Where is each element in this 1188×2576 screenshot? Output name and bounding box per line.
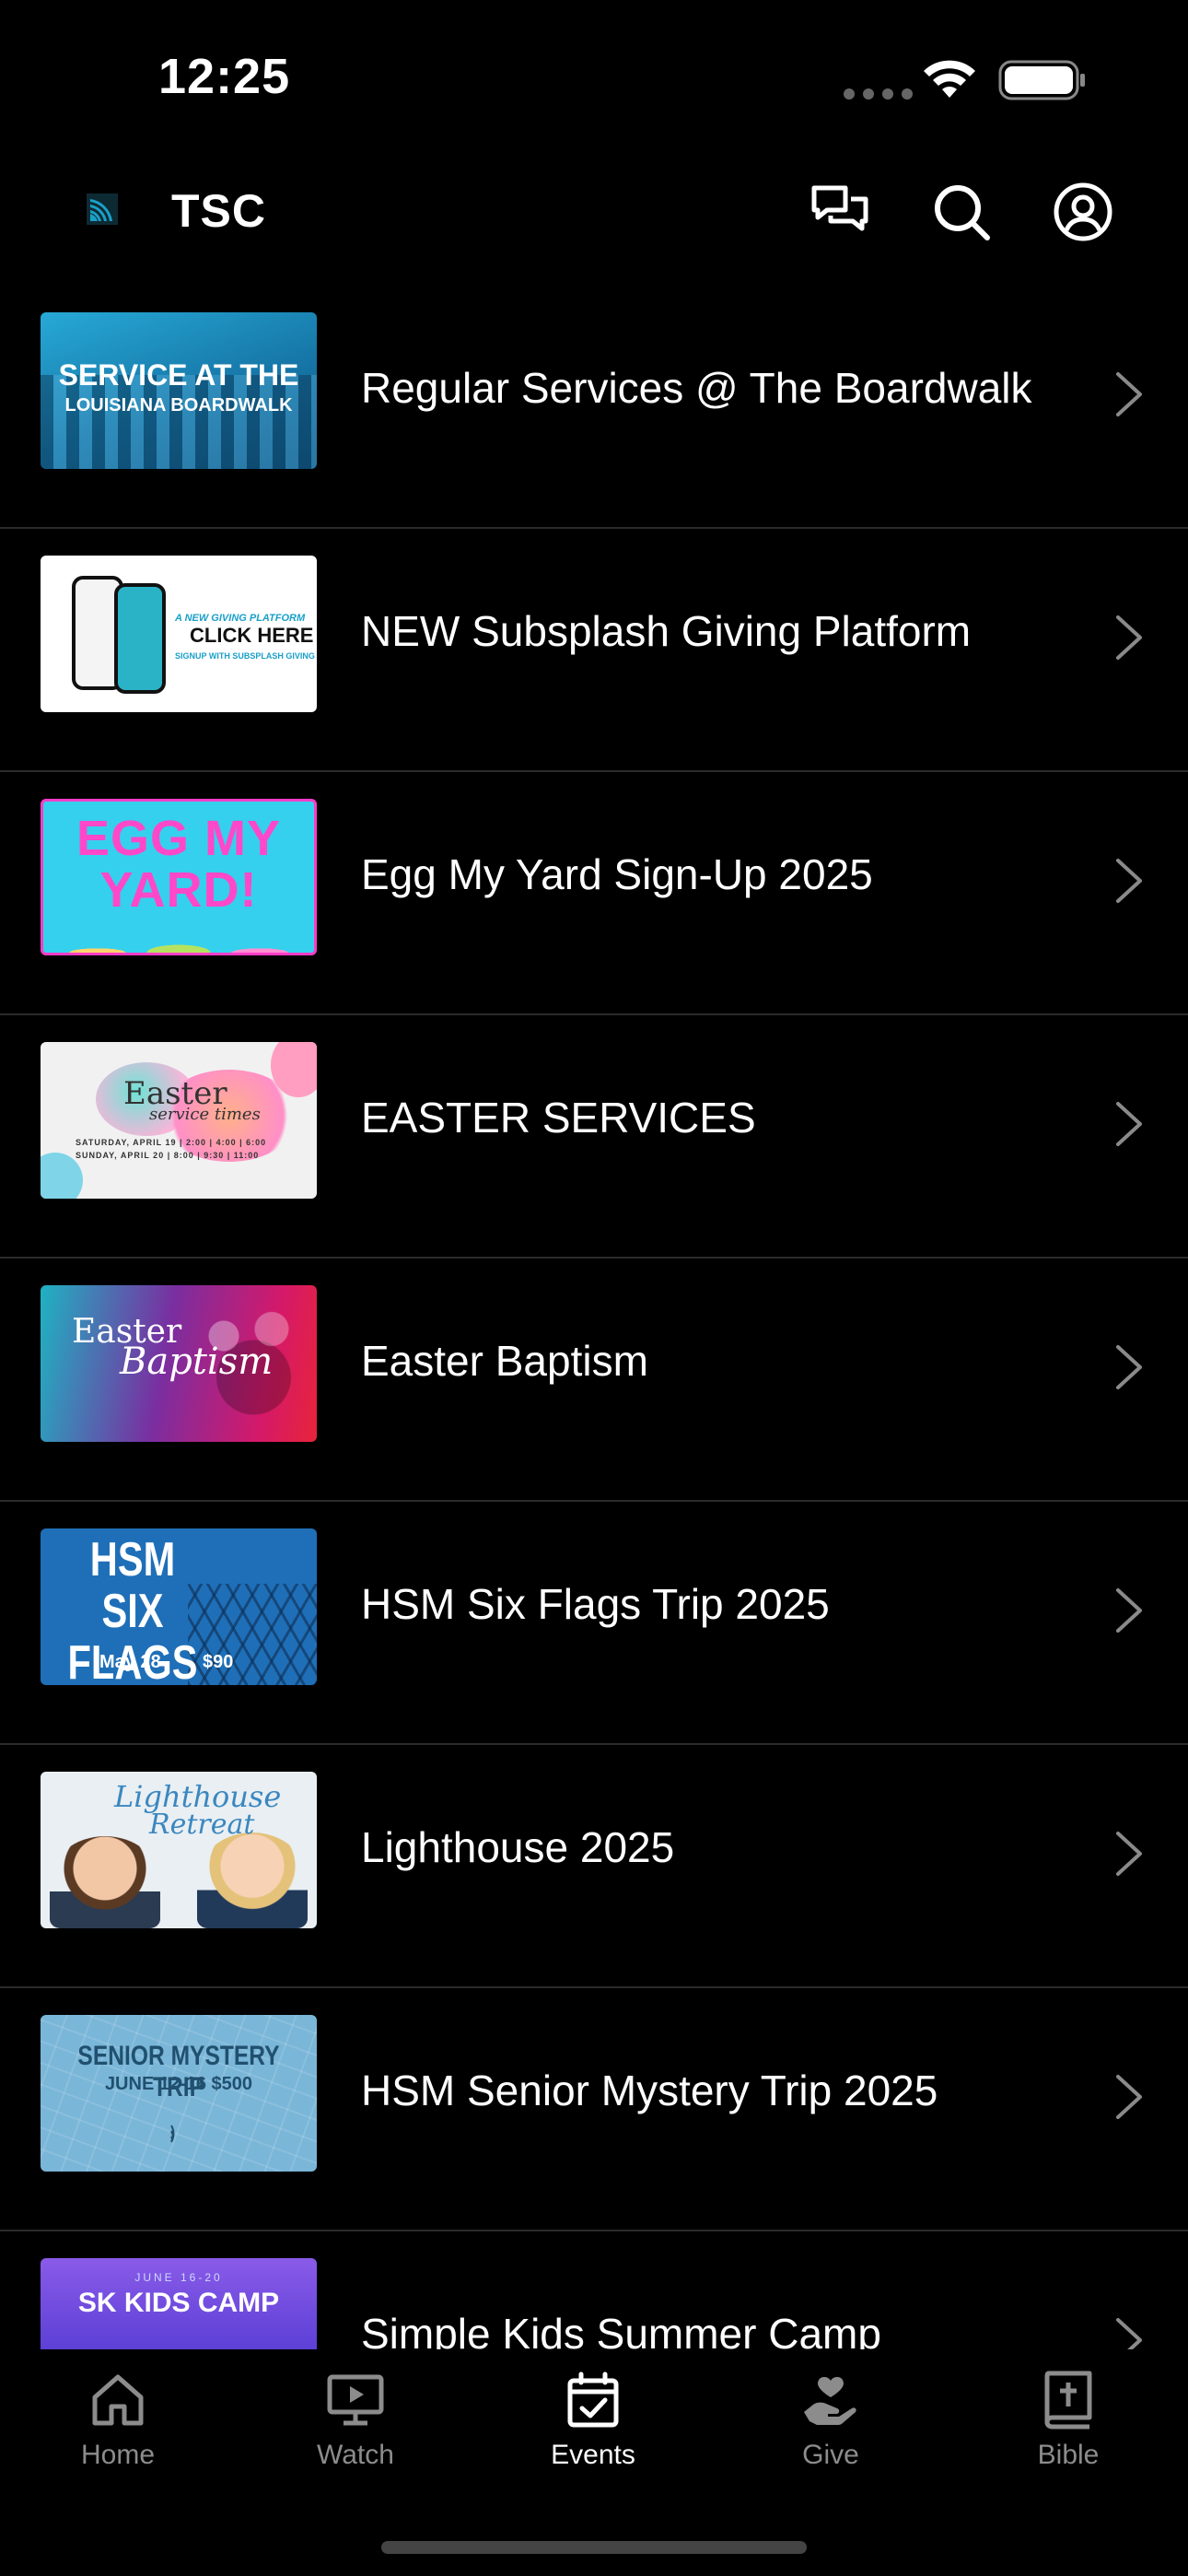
chevron-right-icon bbox=[1116, 2075, 1142, 2119]
event-thumbnail: Lighthouse Retreat bbox=[41, 1772, 317, 1928]
chevron-right-icon bbox=[1116, 2318, 1142, 2349]
event-thumbnail: Easter service times SATURDAY, APRIL 19 … bbox=[41, 1042, 317, 1199]
event-thumbnail: EGG MY YARD! bbox=[41, 799, 317, 955]
event-row-giving-platform[interactable]: A NEW GIVING PLATFORM CLICK HERE SIGNUP … bbox=[0, 529, 1188, 772]
event-thumbnail: HSM SIX FLAGS May 28 $90 bbox=[41, 1528, 317, 1685]
tab-events[interactable]: Events bbox=[519, 2370, 667, 2471]
thumbnail-text: A NEW GIVING PLATFORM bbox=[175, 613, 306, 624]
battery-icon bbox=[998, 60, 1085, 100]
tab-bible[interactable]: Bible bbox=[995, 2370, 1142, 2471]
thumbnail-text: JUNE 12-16 $500 bbox=[104, 2074, 253, 2094]
home-indicator[interactable] bbox=[381, 2541, 807, 2554]
cellular-signal-icon bbox=[844, 88, 913, 100]
event-thumbnail: SERVICE AT THE LOUISIANA BOARDWALK bbox=[41, 312, 317, 469]
event-row-easter-services[interactable]: Easter service times SATURDAY, APRIL 19 … bbox=[0, 1015, 1188, 1259]
event-row-egg-my-yard[interactable]: EGG MY YARD! Egg My Yard Sign-Up 2025 bbox=[0, 772, 1188, 1015]
event-title: Lighthouse 2025 bbox=[361, 1823, 675, 1871]
thumbnail-text: CLICK HERE bbox=[190, 624, 314, 647]
tab-label: Events bbox=[551, 2440, 635, 2470]
event-title: Simple Kids Summer Camp bbox=[361, 2310, 881, 2349]
event-row-easter-baptism[interactable]: Easter Baptism Easter Baptism bbox=[0, 1259, 1188, 1502]
watch-icon bbox=[327, 2374, 384, 2426]
give-icon bbox=[804, 2377, 856, 2425]
thumbnail-text: Baptism bbox=[120, 1341, 274, 1383]
profile-button[interactable] bbox=[1048, 177, 1118, 247]
tab-watch[interactable]: Watch bbox=[282, 2370, 429, 2471]
messages-button[interactable] bbox=[805, 177, 875, 247]
event-title: EASTER SERVICES bbox=[361, 1094, 756, 1142]
chevron-right-icon bbox=[1116, 372, 1142, 416]
event-thumbnail: JUNE 16-20 SK KIDS CAMP bbox=[41, 2258, 317, 2349]
event-title: NEW Subsplash Giving Platform bbox=[361, 607, 972, 655]
search-button[interactable] bbox=[926, 177, 996, 247]
chevron-right-icon bbox=[1116, 1345, 1142, 1389]
event-row-kids-camp[interactable]: JUNE 16-20 SK KIDS CAMP Simple Kids Summ… bbox=[0, 2231, 1188, 2349]
thumbnail-text: SUNDAY, APRIL 20 | 8:00 | 9:30 | 11:00 bbox=[76, 1151, 260, 1160]
thumbnail-text: SATURDAY, APRIL 19 | 2:00 | 4:00 | 6:00 bbox=[76, 1138, 267, 1147]
thumbnail-text: $90 bbox=[203, 1652, 234, 1672]
chevron-right-icon bbox=[1116, 1588, 1142, 1633]
app-screen: 12:25 TSC SERVICE AT THE LOUISIANA BOARD… bbox=[0, 0, 1188, 2576]
app-title: TSC bbox=[171, 185, 266, 237]
thumbnail-text: SERVICE AT THE bbox=[58, 358, 299, 392]
thumbnail-text: JUNE 16-20 bbox=[134, 2271, 223, 2284]
thumbnail-text: May 28 bbox=[99, 1652, 161, 1672]
tab-label: Give bbox=[802, 2440, 859, 2470]
tab-give[interactable]: Give bbox=[757, 2370, 904, 2471]
thumbnail-text: Retreat bbox=[149, 1809, 255, 1841]
home-icon bbox=[92, 2374, 144, 2426]
event-thumbnail: A NEW GIVING PLATFORM CLICK HERE SIGNUP … bbox=[41, 556, 317, 712]
chevron-right-icon bbox=[1116, 859, 1142, 903]
event-thumbnail: SENIOR MYSTERY TRIP JUNE 12-16 $500 bbox=[41, 2015, 317, 2172]
status-bar: 12:25 bbox=[0, 0, 1188, 157]
event-title: Egg My Yard Sign-Up 2025 bbox=[361, 850, 873, 898]
event-title: Easter Baptism bbox=[361, 1337, 648, 1385]
tab-label: Watch bbox=[317, 2440, 394, 2470]
status-time: 12:25 bbox=[158, 49, 291, 104]
chevron-right-icon bbox=[1116, 615, 1142, 660]
tab-label: Home bbox=[80, 2440, 156, 2470]
thumbnail-text: EGG MY YARD! bbox=[76, 811, 282, 918]
tsc-logo-icon bbox=[170, 2125, 175, 2143]
event-thumbnail: Easter Baptism bbox=[41, 1285, 317, 1442]
event-title: HSM Senior Mystery Trip 2025 bbox=[361, 2067, 938, 2114]
chevron-right-icon bbox=[1116, 1102, 1142, 1146]
event-row-regular-services[interactable]: SERVICE AT THE LOUISIANA BOARDWALK Regul… bbox=[0, 286, 1188, 529]
tsc-logo-icon bbox=[87, 193, 118, 225]
event-title: HSM Six Flags Trip 2025 bbox=[361, 1580, 830, 1628]
wifi-icon bbox=[924, 60, 975, 98]
event-row-senior-trip[interactable]: SENIOR MYSTERY TRIP JUNE 12-16 $500 HSM … bbox=[0, 1988, 1188, 2231]
app-header: TSC bbox=[0, 157, 1188, 286]
tab-home[interactable]: Home bbox=[44, 2370, 192, 2471]
events-list: SERVICE AT THE LOUISIANA BOARDWALK Regul… bbox=[0, 286, 1188, 2349]
bible-icon bbox=[1044, 2371, 1092, 2430]
search-icon bbox=[935, 185, 990, 240]
event-row-lighthouse[interactable]: Lighthouse Retreat Lighthouse 2025 bbox=[0, 1745, 1188, 1988]
tab-label: Bible bbox=[1037, 2440, 1100, 2470]
thumbnail-text: LOUISIANA BOARDWALK bbox=[64, 395, 293, 416]
chevron-right-icon bbox=[1116, 1832, 1142, 1876]
event-title: Regular Services @ The Boardwalk bbox=[361, 364, 1032, 412]
event-row-six-flags[interactable]: HSM SIX FLAGS May 28 $90 HSM Six Flags T… bbox=[0, 1502, 1188, 1745]
thumbnail-text: SIGNUP WITH SUBSPLASH GIVING bbox=[175, 651, 315, 661]
events-icon bbox=[567, 2371, 619, 2428]
profile-icon bbox=[1054, 182, 1112, 241]
thumbnail-text: SK KIDS CAMP bbox=[77, 2288, 280, 2318]
chat-icon bbox=[811, 185, 868, 231]
thumbnail-text: service times bbox=[149, 1105, 261, 1124]
